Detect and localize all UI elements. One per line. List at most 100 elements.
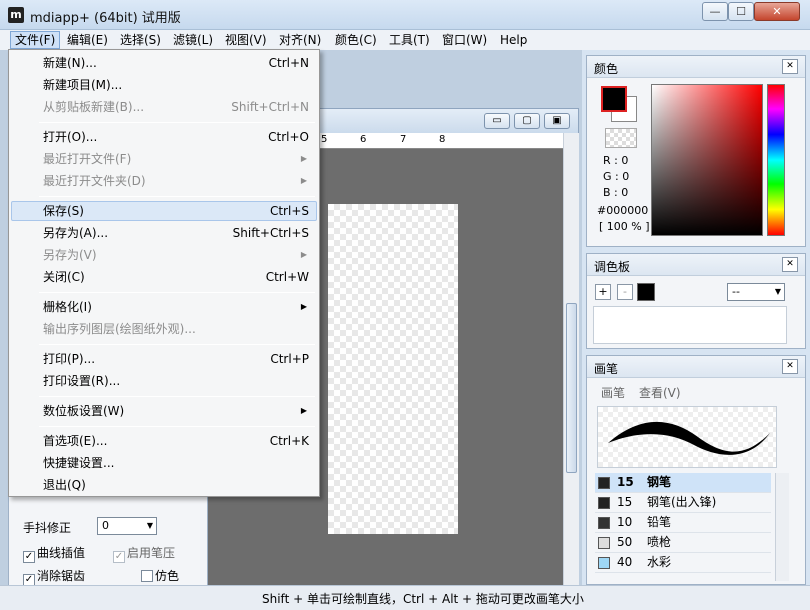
palette-select[interactable]: -- ▼ — [727, 283, 785, 301]
menu-save[interactable]: 保存(S) Ctrl+S — [11, 201, 317, 221]
opacity-value: [ 100 % ] — [599, 220, 650, 233]
menu-new-from-clipboard: 从剪贴板新建(B)... Shift+Ctrl+N — [43, 100, 309, 114]
menu-color[interactable]: 颜色(C) — [331, 31, 381, 49]
transparent-swatch[interactable] — [605, 128, 637, 148]
color-panel-title: 颜色 — [594, 62, 619, 76]
menu-preferences[interactable]: 首选项(E)... Ctrl+K — [11, 431, 317, 451]
foreground-color-swatch[interactable] — [601, 86, 627, 112]
title-bar: m mdiapp+ (64bit) 试用版 — ☐ ✕ — [0, 0, 810, 30]
brush-item[interactable]: 40 水彩 — [595, 553, 771, 573]
palette-panel-title: 调色板 — [594, 260, 631, 274]
palette-panel: 调色板 ✕ + - -- ▼ — [586, 253, 806, 349]
menu-bar: 文件(F) 编辑(E) 选择(S) 滤镜(L) 视图(V) 对齐(N) 颜色(C… — [0, 30, 810, 50]
green-value: G : 0 — [603, 170, 630, 183]
menu-new[interactable]: 新建(N)... Ctrl+N — [11, 53, 317, 73]
close-icon[interactable]: ✕ — [782, 59, 798, 74]
status-bar: Shift + 单击可绘制直线，Ctrl + Alt + 拖动可更改画笔大小 — [0, 585, 810, 610]
close-button[interactable]: ✕ — [754, 2, 800, 21]
brush-item[interactable]: 10 铅笔 — [595, 513, 771, 533]
ruler-tick: 8 — [439, 134, 446, 145]
doc-close-button[interactable]: ▣ — [544, 113, 570, 129]
menu-shortcut-settings[interactable]: 快捷键设置... — [11, 453, 317, 473]
checkbox-icon[interactable]: ✓ — [23, 551, 35, 563]
status-text: Shift + 单击可绘制直线，Ctrl + Alt + 拖动可更改画笔大小 — [262, 592, 584, 606]
brush-panel: 画笔 ✕ 画笔 查看(V) 15 钢笔 15 钢笔(出入锋) 10 铅笔 50 喷枪 40… — [586, 355, 806, 585]
ruler-tick: 5 — [321, 134, 328, 145]
menu-open[interactable]: 打开(O)... Ctrl+O — [11, 127, 317, 147]
checkbox-icon[interactable] — [141, 570, 153, 582]
menu-new-project[interactable]: 新建项目(M)... — [11, 75, 317, 95]
maximize-button[interactable]: ☐ — [728, 2, 754, 21]
brush-color-swatch — [598, 517, 610, 529]
remove-color-button[interactable]: - — [617, 284, 633, 300]
chevron-down-icon: ▼ — [774, 287, 781, 296]
menu-window[interactable]: 窗口(W) — [438, 31, 491, 49]
submenu-arrow-icon: ▶ — [300, 154, 307, 163]
menu-select[interactable]: 选择(S) — [116, 31, 165, 49]
palette-current-color[interactable] — [637, 283, 655, 301]
menu-exit[interactable]: 退出(Q) — [11, 475, 317, 495]
submenu-arrow-icon: ▶ — [300, 302, 307, 311]
fake-checkbox[interactable]: 仿色 — [141, 567, 179, 584]
brush-item[interactable]: 15 钢笔 — [595, 473, 771, 493]
menu-filter[interactable]: 滤镜(L) — [169, 31, 217, 49]
menu-tablet-settings[interactable]: 数位板设置(W) ▶ — [11, 401, 317, 421]
blue-value: B : 0 — [603, 186, 629, 199]
doc-maximize-button[interactable]: ▢ — [514, 113, 540, 129]
ruler-tick: 7 — [400, 134, 407, 145]
brush-color-swatch — [598, 537, 610, 549]
menu-save-as-v: 另存为(V) ▶ — [11, 245, 317, 265]
tab-brush[interactable]: 画笔 — [601, 384, 625, 401]
checkbox-icon[interactable]: ✓ — [113, 551, 125, 563]
menu-tools[interactable]: 工具(T) — [385, 31, 434, 49]
submenu-arrow-icon: ▶ — [300, 176, 307, 185]
menu-print-setup[interactable]: 打印设置(R)... — [11, 371, 317, 391]
menu-recent-files: 最近打开文件(F) ▶ — [11, 149, 317, 169]
brush-stroke-preview — [608, 421, 770, 455]
stabilizer-label: 手抖修正 — [23, 521, 72, 535]
canvas[interactable] — [328, 204, 458, 534]
tab-view[interactable]: 查看(V) — [639, 384, 681, 401]
menu-align[interactable]: 对齐(N) — [275, 31, 325, 49]
window-title: mdiapp+ (64bit) 试用版 — [30, 11, 181, 26]
menu-file[interactable]: 文件(F) — [10, 31, 61, 49]
close-icon[interactable]: ✕ — [782, 359, 798, 374]
brush-item[interactable]: 50 喷枪 — [595, 533, 771, 553]
menu-recent-folders: 最近打开文件夹(D) ▶ — [11, 171, 317, 191]
minimize-button[interactable]: — — [702, 2, 728, 21]
chevron-down-icon: ▼ — [146, 521, 153, 530]
menu-edit[interactable]: 编辑(E) — [63, 31, 112, 49]
brush-color-swatch — [598, 557, 610, 569]
menu-print[interactable]: 打印(P)... Ctrl+P — [11, 349, 317, 369]
hue-slider[interactable] — [767, 84, 785, 236]
menu-close[interactable]: 关闭(C) Ctrl+W — [11, 267, 317, 287]
tool-options-panel: 手抖修正 0 ▼ ✓ 曲线插值 ✓ 启用笔压 ✓ 消除锯齿 仿色 — [8, 480, 208, 598]
hex-value: #000000 — [597, 204, 649, 217]
red-value: R : 0 — [603, 154, 629, 167]
submenu-arrow-icon: ▶ — [300, 250, 307, 259]
palette-grid[interactable] — [593, 306, 787, 344]
brush-item[interactable]: 15 钢笔(出入锋) — [595, 493, 771, 513]
doc-minimize-button[interactable]: ▭ — [484, 113, 510, 129]
brush-color-swatch — [598, 497, 610, 509]
menu-rasterize[interactable]: 栅格化(I) ▶ — [11, 297, 317, 317]
antialias-checkbox[interactable]: ✓ 消除锯齿 — [23, 567, 85, 586]
curve-interp-checkbox[interactable]: ✓ 曲线插值 — [23, 544, 85, 563]
app-icon: m — [8, 7, 24, 23]
brush-color-swatch — [598, 477, 610, 489]
menu-export-layers: 输出序列图层(绘图纸外观)... — [43, 322, 196, 336]
stabilizer-select[interactable]: 0 ▼ — [97, 517, 157, 535]
brush-panel-title: 画笔 — [594, 362, 619, 376]
vertical-scrollbar[interactable] — [563, 133, 579, 610]
saturation-value-picker[interactable] — [651, 84, 763, 236]
brush-list-scrollbar[interactable] — [775, 473, 789, 581]
scroll-thumb[interactable] — [566, 303, 577, 473]
pen-pressure-checkbox[interactable]: ✓ 启用笔压 — [113, 544, 175, 563]
add-color-button[interactable]: + — [595, 284, 611, 300]
close-icon[interactable]: ✕ — [782, 257, 798, 272]
menu-save-as[interactable]: 另存为(A)... Shift+Ctrl+S — [11, 223, 317, 243]
menu-help[interactable]: Help — [496, 31, 531, 49]
color-panel: 颜色 ✕ R : 0 G : 0 B : 0 #000000 [ 100 % ] — [586, 55, 806, 247]
ruler-tick: 6 — [360, 134, 367, 145]
menu-view[interactable]: 视图(V) — [221, 31, 271, 49]
